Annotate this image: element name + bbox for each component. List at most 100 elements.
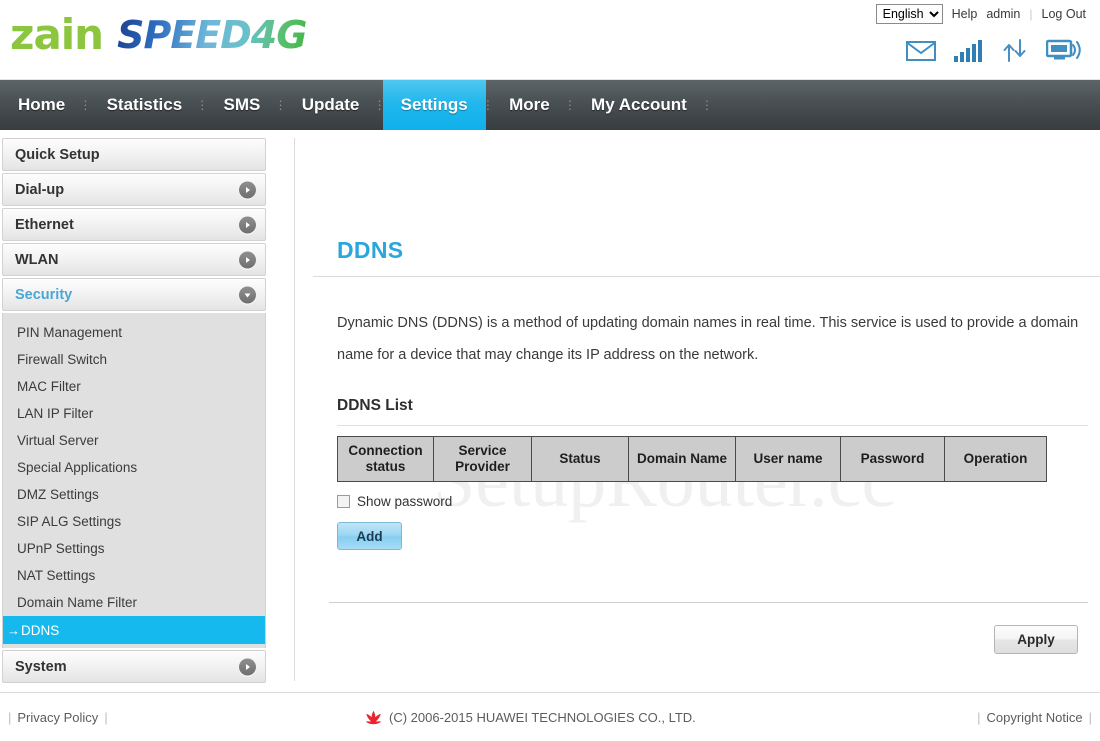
column-header-service-provider: Service Provider: [433, 436, 532, 482]
footer-pipe: |: [1088, 709, 1092, 725]
page-title: DDNS: [337, 237, 404, 263]
footer-left: | Privacy Policy |: [8, 710, 108, 725]
privacy-policy-link[interactable]: Privacy Policy: [17, 710, 98, 725]
sidebar-subitem-nat-settings[interactable]: NAT Settings: [3, 562, 265, 589]
show-password-row: Show password: [337, 494, 1100, 509]
add-button[interactable]: Add: [337, 522, 402, 550]
chevron-right-icon: [239, 216, 256, 233]
show-password-label[interactable]: Show password: [357, 494, 452, 509]
footer-center: (C) 2006-2015 HUAWEI TECHNOLOGIES CO., L…: [365, 710, 696, 725]
title-divider: [313, 276, 1100, 277]
huawei-logo-icon: [365, 710, 382, 724]
nav-item-settings[interactable]: Settings: [382, 80, 486, 130]
sidebar-sublabel: DMZ Settings: [17, 487, 99, 502]
sidebar-item-system[interactable]: System: [2, 650, 266, 683]
main-content: SetupRouter.cc DDNS Dynamic DNS (DDNS) i…: [295, 130, 1100, 691]
sidebar-sublabel: Special Applications: [17, 460, 138, 475]
selected-arrow-icon: →: [7, 622, 20, 638]
sidebar-subitem-ddns[interactable]: → DDNS: [3, 616, 265, 644]
sidebar-sublabel: Virtual Server: [17, 433, 99, 448]
chevron-right-icon: [239, 658, 256, 675]
sidebar-subitem-firewall-switch[interactable]: Firewall Switch: [3, 346, 265, 373]
sidebar-subitem-domain-name-filter[interactable]: Domain Name Filter: [3, 589, 265, 616]
nav-divider: · · ·: [704, 93, 711, 116]
nav-item-sms[interactable]: SMS: [206, 80, 279, 130]
sidebar-item-ethernet[interactable]: Ethernet: [2, 208, 266, 241]
sidebar-label: WLAN: [15, 251, 59, 268]
sidebar-sublabel: PIN Management: [17, 325, 123, 340]
show-password-checkbox[interactable]: [337, 495, 350, 508]
copyright-text: (C) 2006-2015 HUAWEI TECHNOLOGIES CO., L…: [389, 709, 696, 725]
sidebar-label: Dial-up: [15, 181, 65, 198]
sidebar-item-wlan[interactable]: WLAN: [2, 243, 266, 276]
apply-button-row: Apply: [313, 625, 1078, 654]
column-header-operation: Operation: [944, 436, 1047, 482]
nav-item-home[interactable]: Home: [0, 80, 83, 130]
chevron-right-icon: [239, 251, 256, 268]
sidebar-subitem-dmz-settings[interactable]: DMZ Settings: [3, 481, 265, 508]
sidebar-subitem-lan-ip-filter[interactable]: LAN IP Filter: [3, 400, 265, 427]
sidebar-submenu-security: PIN Management Firewall Switch MAC Filte…: [2, 313, 266, 648]
copyright-notice-link[interactable]: Copyright Notice: [987, 710, 1083, 725]
footer-pipe: |: [8, 709, 12, 725]
page-footer: | Privacy Policy | (C) 2006-2015 HUAWEI …: [0, 692, 1100, 741]
sidebar: Quick Setup Dial-up Ethernet WLAN Securi…: [0, 130, 270, 691]
device-wifi-icon[interactable]: [1046, 38, 1082, 62]
sidebar-sublabel: DDNS: [21, 622, 60, 638]
help-link[interactable]: Help: [952, 7, 978, 21]
nav-item-statistics[interactable]: Statistics: [89, 80, 201, 130]
list-divider: [337, 425, 1088, 426]
sidebar-label: System: [15, 658, 67, 675]
sidebar-label: Quick Setup: [15, 146, 100, 163]
apply-button[interactable]: Apply: [994, 625, 1078, 654]
sidebar-label: Security: [15, 286, 73, 303]
signal-bars-icon[interactable]: [954, 40, 984, 62]
status-icon-group: [906, 38, 1082, 62]
page-header: zain SPEED4G English Help admin | Log Ou…: [0, 0, 1100, 80]
language-select[interactable]: English: [875, 4, 943, 24]
table-header-row: Connection status Service Provider Statu…: [337, 436, 1047, 482]
sidebar-sublabel: SIP ALG Settings: [17, 514, 122, 529]
footer-divider: [329, 602, 1088, 603]
sidebar-item-quick-setup[interactable]: Quick Setup: [2, 138, 266, 171]
nav-item-my-account[interactable]: My Account: [573, 80, 705, 130]
sidebar-subitem-pin-management[interactable]: PIN Management: [3, 319, 265, 346]
sidebar-sublabel: UPnP Settings: [17, 541, 105, 556]
footer-right: | Copyright Notice |: [977, 710, 1092, 725]
column-header-password: Password: [840, 436, 945, 482]
page-body: Quick Setup Dial-up Ethernet WLAN Securi…: [0, 130, 1100, 691]
chevron-right-icon: [239, 181, 256, 198]
sidebar-subitem-sip-alg-settings[interactable]: SIP ALG Settings: [3, 508, 265, 535]
column-header-status: Status: [531, 436, 629, 482]
sidebar-item-dial-up[interactable]: Dial-up: [2, 173, 266, 206]
logout-link[interactable]: Log Out: [1042, 7, 1086, 21]
footer-pipe: |: [104, 709, 108, 725]
ddns-list-heading: DDNS List: [337, 397, 413, 414]
sidebar-item-security[interactable]: Security: [2, 278, 266, 311]
header-links: English Help admin | Log Out: [875, 4, 1086, 24]
header-separator: |: [1029, 7, 1033, 21]
ddns-table: Connection status Service Provider Statu…: [337, 436, 1047, 482]
nav-item-update[interactable]: Update: [284, 80, 378, 130]
brand-logo: zain SPEED4G: [10, 10, 307, 59]
nav-item-more[interactable]: More: [491, 80, 568, 130]
sidebar-sublabel: LAN IP Filter: [17, 406, 94, 421]
column-header-user-name: User name: [735, 436, 841, 482]
account-user-link[interactable]: admin: [986, 7, 1020, 21]
sidebar-subitem-mac-filter[interactable]: MAC Filter: [3, 373, 265, 400]
column-header-domain-name: Domain Name: [628, 436, 736, 482]
sidebar-sublabel: NAT Settings: [17, 568, 96, 583]
main-navigation: Home · · · Statistics · · · SMS · · · Update ·…: [0, 80, 1100, 130]
chevron-down-icon: [239, 286, 256, 303]
column-header-connection-status: Connection status: [337, 436, 434, 482]
sidebar-subitem-virtual-server[interactable]: Virtual Server: [3, 427, 265, 454]
envelope-icon[interactable]: [906, 40, 936, 62]
ddns-description: Dynamic DNS (DDNS) is a method of updati…: [337, 315, 1079, 363]
brand-zain-text: zain: [10, 10, 104, 59]
footer-pipe: |: [977, 709, 981, 725]
sidebar-subitem-special-applications[interactable]: Special Applications: [3, 454, 265, 481]
sidebar-sublabel: MAC Filter: [17, 379, 81, 394]
data-transfer-icon[interactable]: [1002, 39, 1028, 62]
sidebar-subitem-upnp-settings[interactable]: UPnP Settings: [3, 535, 265, 562]
sidebar-sublabel: Domain Name Filter: [17, 595, 138, 610]
